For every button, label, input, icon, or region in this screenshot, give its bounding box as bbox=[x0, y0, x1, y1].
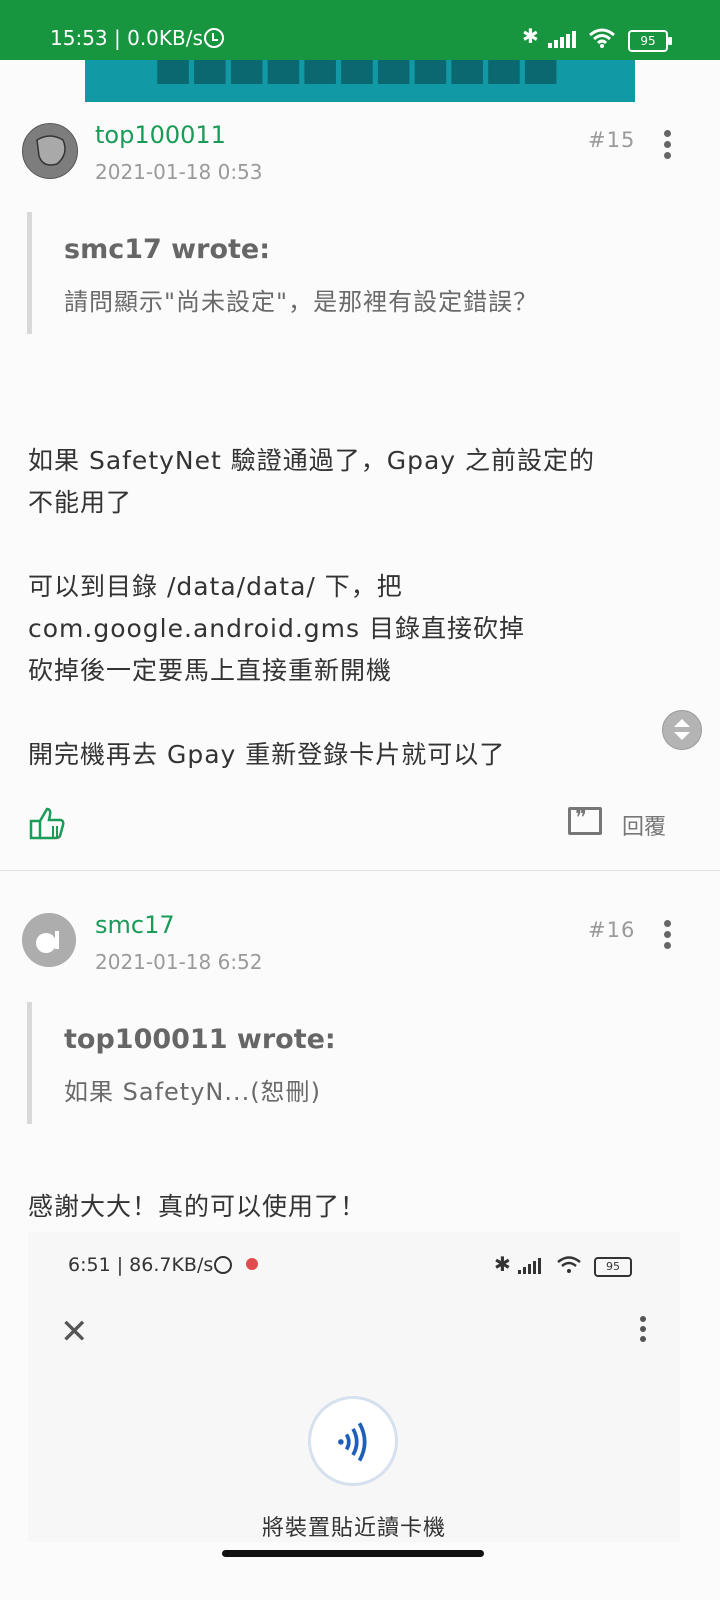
image-status-time: 6:51 | 86.7KB/s bbox=[68, 1254, 214, 1276]
quote-text: 請問顯示"尚未設定"，是那裡有設定錯誤？ bbox=[64, 288, 539, 316]
record-icon bbox=[246, 1258, 258, 1270]
alarm-icon bbox=[214, 1256, 232, 1274]
like-icon[interactable] bbox=[28, 806, 66, 840]
signal-icon bbox=[548, 30, 578, 48]
battery-icon: 95 bbox=[594, 1257, 632, 1277]
scroll-handle[interactable] bbox=[662, 710, 702, 750]
banner-text: ▇▇▇▇▇▇▇▇▇▇▇ bbox=[157, 60, 563, 84]
post-author[interactable]: smc17 bbox=[95, 911, 175, 939]
avatar[interactable] bbox=[22, 913, 76, 967]
more-options-icon[interactable] bbox=[664, 130, 672, 163]
alarm-icon bbox=[204, 28, 224, 48]
bluetooth-icon: ✱ bbox=[494, 1252, 511, 1276]
wifi-icon bbox=[589, 28, 615, 48]
quote-author: top100011 wrote: bbox=[64, 1024, 336, 1055]
status-time: 15:53 | 0.0KB/s bbox=[50, 26, 203, 50]
close-icon: ✕ bbox=[60, 1312, 89, 1352]
body-line: 不能用了 bbox=[28, 488, 133, 517]
reply-quote-icon bbox=[568, 806, 602, 835]
battery-icon: 95 bbox=[628, 30, 672, 52]
post-author[interactable]: top100011 bbox=[95, 121, 226, 149]
image-caption: 將裝置貼近讀卡機 bbox=[261, 1516, 446, 1541]
post-body: 感謝大大！真的可以使用了！ bbox=[28, 1186, 366, 1228]
reply-label: 回覆 bbox=[622, 815, 667, 840]
home-indicator[interactable] bbox=[222, 1550, 484, 1557]
more-options-icon[interactable] bbox=[664, 920, 672, 953]
wifi-icon bbox=[557, 1256, 581, 1273]
attached-image[interactable]: 6:51 | 86.7KB/s ✱ 95 ✕ 將裝置貼近讀卡機 bbox=[28, 1232, 680, 1542]
signal-icon bbox=[518, 1258, 544, 1274]
body-line: com.google.android.gms 目錄直接砍掉 bbox=[28, 614, 525, 643]
body-line: 開完機再去 Gpay 重新登錄卡片就可以了 bbox=[28, 740, 506, 769]
nfc-icon bbox=[308, 1396, 398, 1486]
body-line: 砍掉後一定要馬上直接重新開機 bbox=[28, 656, 393, 685]
quote-block: smc17 wrote: 請問顯示"尚未設定"，是那裡有設定錯誤？ bbox=[27, 212, 692, 334]
divider bbox=[0, 870, 720, 871]
quote-block: top100011 wrote: 如果 SafetyN...(恕刪) bbox=[27, 1002, 692, 1124]
post-date: 2021-01-18 6:52 bbox=[95, 950, 263, 974]
bluetooth-icon: ✱ bbox=[522, 24, 539, 48]
quote-text: 如果 SafetyN...(恕刪) bbox=[64, 1078, 321, 1106]
body-line: 如果 SafetyNet 驗證通過了，Gpay 之前設定的 bbox=[28, 446, 596, 475]
body-line: 感謝大大！真的可以使用了！ bbox=[28, 1192, 367, 1221]
post-body: 如果 SafetyNet 驗證通過了，Gpay 之前設定的 不能用了 可以到目錄… bbox=[28, 440, 595, 776]
post-number: #15 bbox=[588, 128, 636, 152]
banner-ad[interactable]: ▇▇▇▇▇▇▇▇▇▇▇ bbox=[85, 60, 635, 102]
avatar[interactable] bbox=[22, 123, 78, 179]
body-line: 可以到目錄 /data/data/ 下，把 bbox=[28, 572, 403, 601]
post-date: 2021-01-18 0:53 bbox=[95, 160, 263, 184]
status-bar: 15:53 | 0.0KB/s ✱ 95 bbox=[0, 0, 720, 60]
reply-button[interactable]: 回覆 bbox=[568, 805, 678, 845]
post-number: #16 bbox=[588, 918, 636, 942]
more-options-icon bbox=[640, 1316, 646, 1346]
quote-author: smc17 wrote: bbox=[64, 234, 271, 265]
